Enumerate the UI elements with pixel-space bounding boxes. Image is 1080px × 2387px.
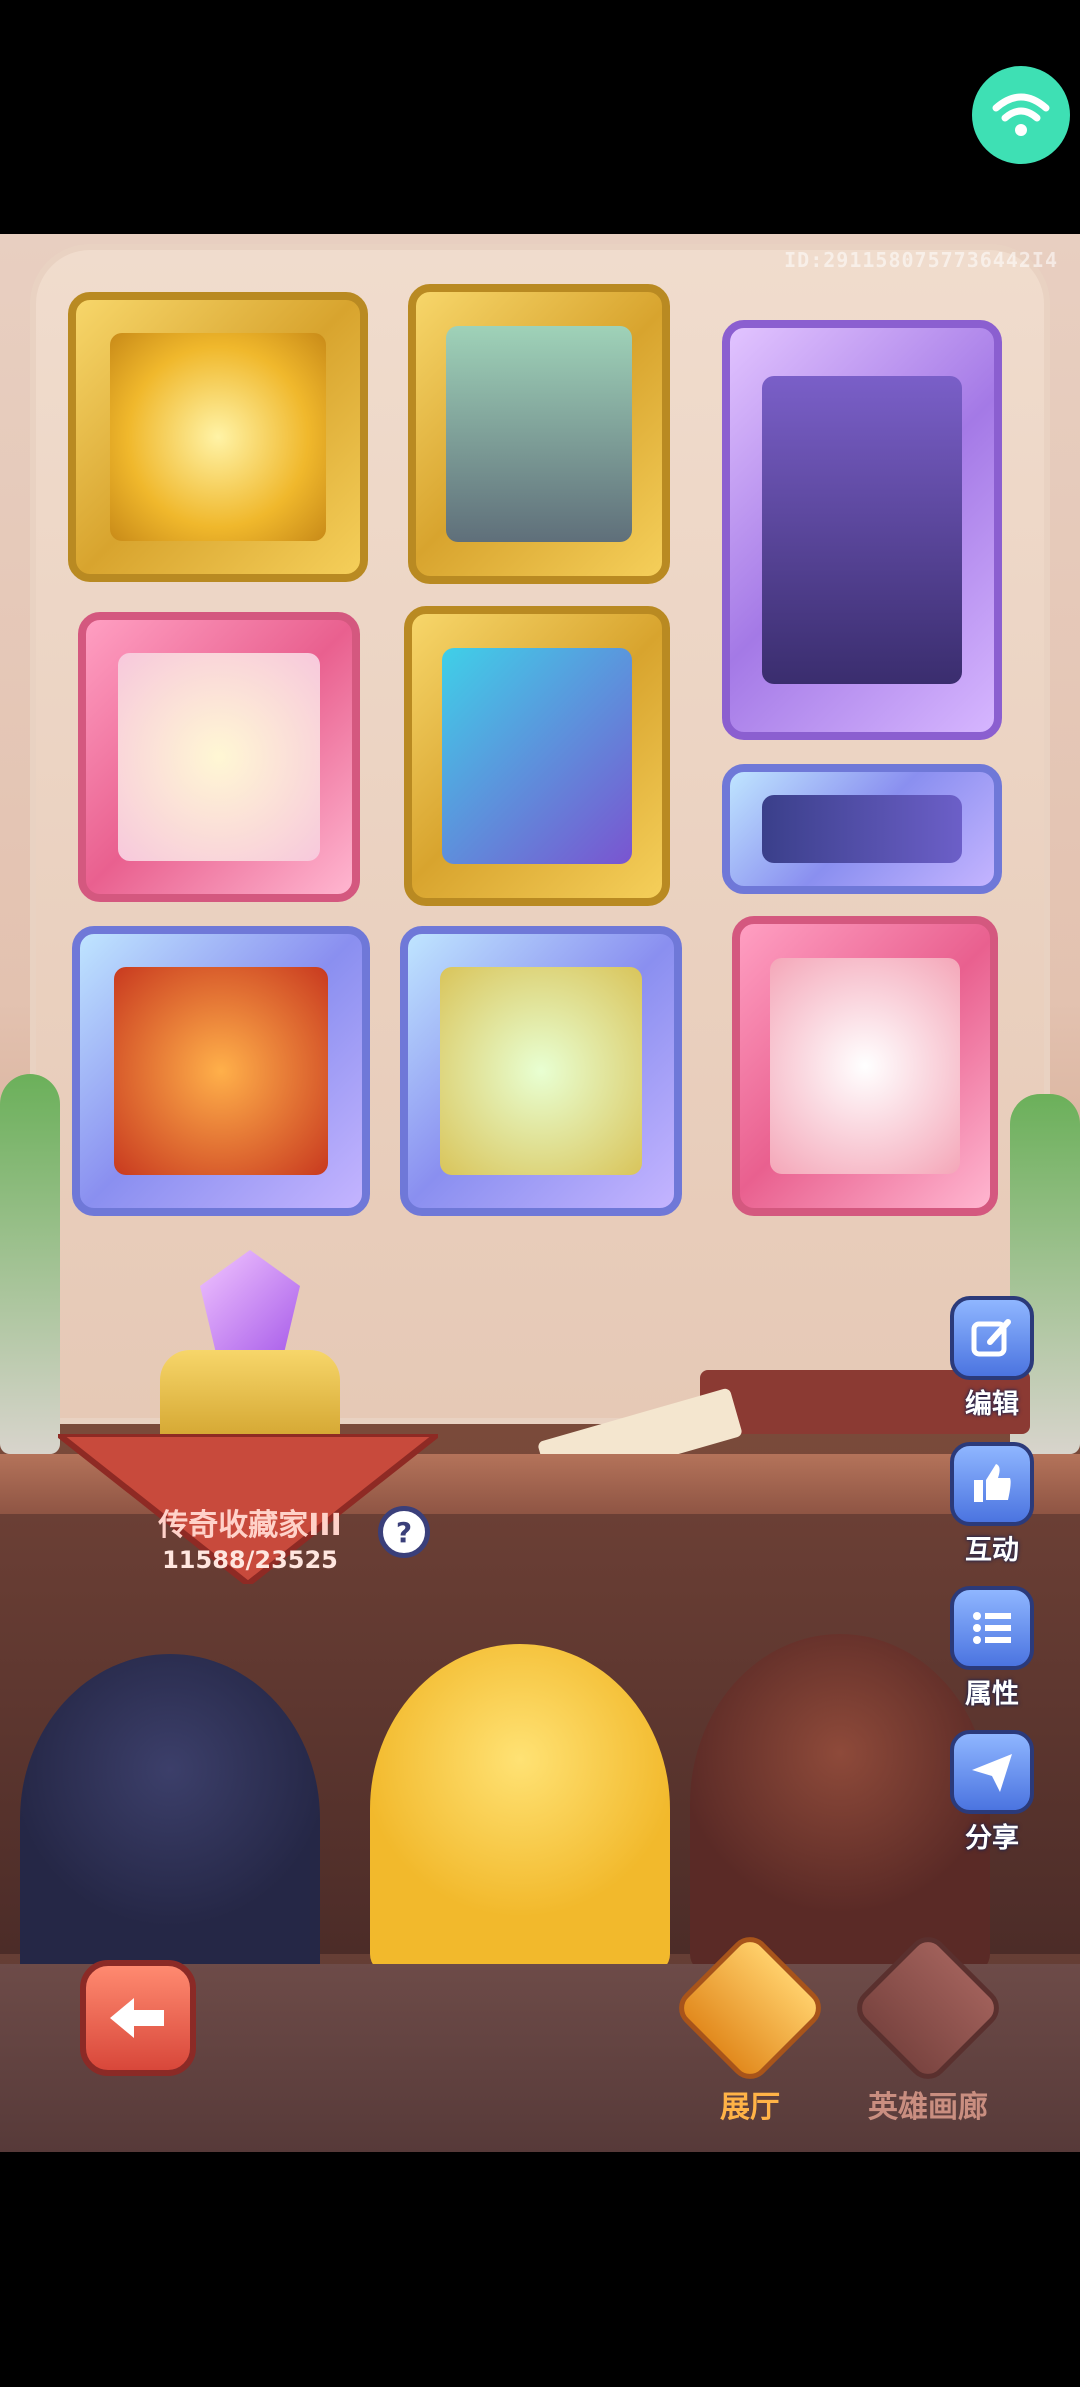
attributes-button[interactable]: 属性 — [944, 1586, 1040, 1711]
interact-button[interactable]: 互动 — [944, 1442, 1040, 1567]
eye-icon — [670, 1928, 830, 2088]
princess-character-portrait — [117, 652, 321, 862]
back-arrow-icon — [110, 1998, 164, 2038]
collector-progress: 11588/23525 — [162, 1546, 338, 1574]
tab-exhibition-hall[interactable]: 展厅 — [670, 1928, 830, 2126]
game-viewport: ID:2911580757736442I4 传奇收藏家III 11588/235… — [0, 234, 1080, 2152]
collector-title: 传奇收藏家III — [158, 1508, 342, 1543]
golden-garden-scene-frame[interactable] — [400, 926, 682, 1216]
lion-character-back — [370, 1644, 670, 1974]
masked-hero-portrait — [442, 648, 632, 864]
masked-hero-portrait-frame[interactable] — [404, 606, 670, 906]
sheep-portrait-frame[interactable] — [732, 916, 998, 1216]
list-icon — [950, 1586, 1034, 1670]
crown-icon — [848, 1928, 1008, 2088]
penguin-character-back — [20, 1654, 320, 1984]
player-id: ID:2911580757736442I4 — [784, 248, 1058, 272]
sheep-character-portrait — [770, 958, 960, 1174]
left-vase-plant — [0, 1074, 60, 1454]
tab-hero-gallery[interactable]: 英雄画廊 — [848, 1928, 1008, 2126]
wolf-portrait-frame[interactable] — [408, 284, 670, 584]
hammer-trophy-frame[interactable] — [68, 292, 368, 582]
weapon-icon — [761, 794, 963, 864]
help-button[interactable]: ? — [378, 1506, 430, 1558]
hammer-icon — [110, 332, 326, 542]
tab-hero-gallery-label: 英雄画廊 — [868, 2090, 988, 2125]
thumbs-up-icon — [950, 1442, 1034, 1526]
edit-label: 编辑 — [965, 1389, 1019, 1420]
sorceress-portrait-frame[interactable] — [722, 320, 1002, 740]
share-button[interactable]: 分享 — [944, 1730, 1040, 1855]
edit-button[interactable]: 编辑 — [944, 1296, 1040, 1421]
banquet-scene-frame[interactable] — [72, 926, 370, 1216]
banquet-scene — [113, 966, 329, 1176]
princess-portrait-frame[interactable] — [78, 612, 360, 902]
wolf-character-portrait — [445, 326, 633, 542]
sorceress-character-portrait — [761, 376, 963, 684]
wifi-icon[interactable] — [972, 66, 1070, 164]
golden-garden-scene — [439, 966, 643, 1176]
back-button[interactable] — [80, 1960, 196, 2076]
tab-exhibition-hall-label: 展厅 — [720, 2090, 780, 2125]
interact-label: 互动 — [965, 1535, 1019, 1566]
share-label: 分享 — [965, 1823, 1019, 1854]
paper-plane-icon — [950, 1730, 1034, 1814]
weapon-trophy-frame[interactable] — [722, 764, 1002, 894]
edit-icon — [950, 1296, 1034, 1380]
attributes-label: 属性 — [965, 1679, 1019, 1710]
